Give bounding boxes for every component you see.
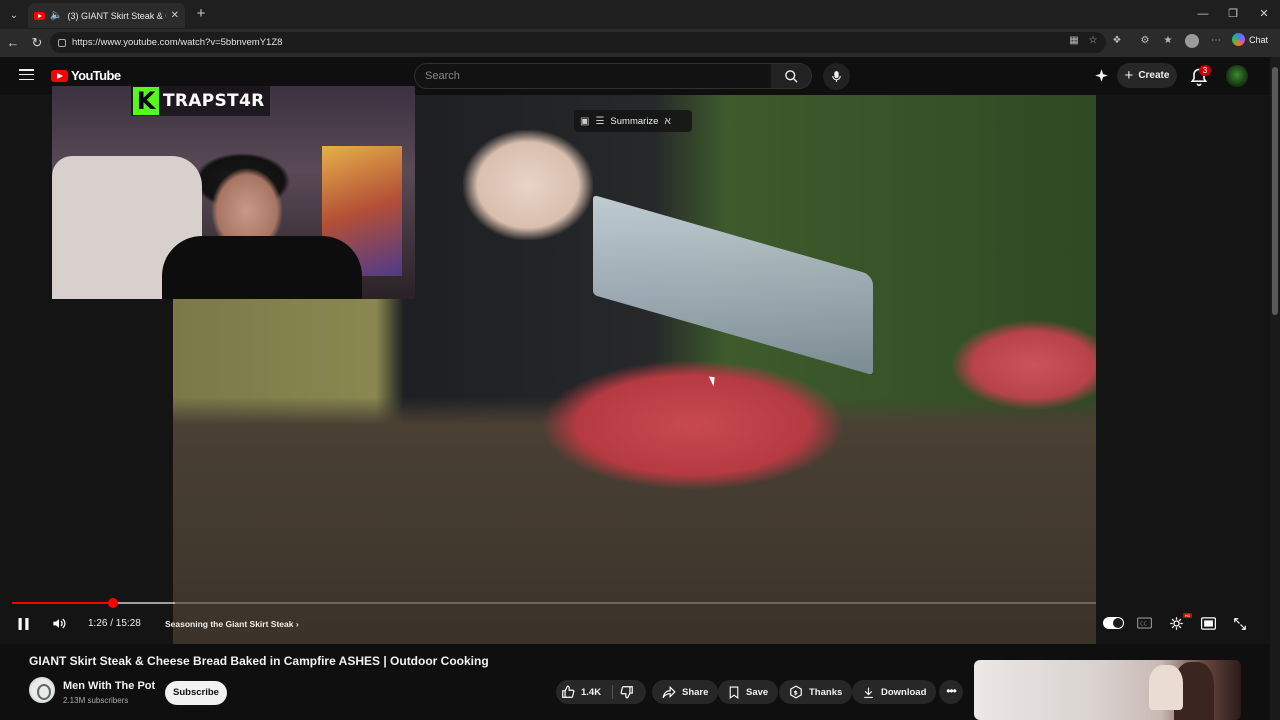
more-actions-icon[interactable]: ••• — [939, 680, 963, 704]
download-icon — [864, 687, 873, 698]
svg-text:CC: CC — [1140, 622, 1147, 628]
share-label: Share — [682, 686, 709, 698]
thumbs-down-icon[interactable] — [620, 685, 634, 699]
app-available-icon[interactable]: ▦ — [1067, 34, 1081, 48]
pause-icon[interactable] — [17, 617, 30, 631]
thanks-dollar-icon: $ — [790, 685, 802, 699]
favorite-star-icon[interactable]: ☆ — [1086, 34, 1100, 48]
chat-label: Chat — [1249, 34, 1269, 45]
download-label: Download — [881, 686, 927, 698]
share-button[interactable]: Share — [652, 680, 719, 704]
picture-in-picture-icon[interactable]: ▣ — [580, 116, 589, 127]
speaker-icon[interactable]: 🔈 — [50, 10, 62, 21]
like-button[interactable]: 1.4K — [561, 680, 601, 704]
time-display: 1:26 / 15:28 — [88, 618, 141, 629]
bookmark-icon — [729, 686, 739, 699]
subscriber-count: 2.13M subscribers — [63, 696, 129, 705]
save-label: Save — [746, 686, 769, 698]
voice-search-button[interactable] — [823, 63, 850, 90]
create-button[interactable]: + Create — [1117, 63, 1177, 88]
thumbnail-person — [1149, 665, 1183, 710]
summarize-icon: ☰ — [595, 115, 605, 127]
microphone-icon — [832, 71, 841, 82]
video-hand-shape — [463, 130, 593, 240]
copilot-chat-button[interactable]: Chat — [1232, 33, 1268, 46]
subtitles-icon[interactable]: CC — [1137, 617, 1152, 629]
video-title: GIANT Skirt Steak & Cheese Bread Baked i… — [29, 654, 489, 668]
notifications-count-badge: 3 — [1199, 65, 1211, 76]
share-arrow-icon — [662, 685, 676, 698]
progress-bar[interactable] — [12, 598, 1096, 608]
hd-badge: HD — [1183, 613, 1192, 618]
autoplay-toggle[interactable] — [1103, 617, 1124, 629]
browser-tab-strip: ⌄ 🔈 (3) GIANT Skirt Steak & Cheese ✕ + —… — [0, 0, 1280, 29]
search-button[interactable] — [771, 63, 812, 89]
fullscreen-icon[interactable] — [1233, 617, 1247, 631]
plus-icon: + — [1124, 66, 1134, 84]
svg-text:$: $ — [794, 690, 798, 696]
thumbs-up-icon — [562, 685, 575, 698]
streamer-webcam-overlay — [52, 86, 415, 299]
url-text: https://www.youtube.com/watch?v=5bbnvemY… — [72, 37, 283, 48]
volume-icon[interactable] — [51, 616, 67, 631]
close-window-button[interactable]: ✕ — [1249, 5, 1279, 23]
browser-essentials-icon[interactable]: ⚙ — [1138, 34, 1152, 48]
maximize-button[interactable]: ❐ — [1218, 5, 1248, 23]
url-bar[interactable]: https://www.youtube.com/watch?v=5bbnvemY… — [50, 32, 1106, 53]
recommended-video-thumbnail[interactable] — [974, 660, 1241, 720]
thanks-button[interactable]: $ Thanks — [779, 680, 853, 704]
translate-icon[interactable]: א — [664, 116, 670, 127]
download-button[interactable]: Download — [852, 680, 937, 704]
youtube-favicon-icon — [34, 11, 45, 20]
site-info-icon[interactable] — [58, 38, 66, 47]
settings-gear-icon[interactable] — [1169, 616, 1184, 631]
streamer-name: TRAPST4R — [163, 91, 265, 111]
sparkle-icon[interactable] — [1094, 68, 1109, 83]
youtube-logo[interactable]: YouTube — [51, 68, 121, 83]
page-scrollbar[interactable] — [1270, 57, 1280, 720]
youtube-wordmark: YouTube — [71, 68, 121, 83]
youtube-play-icon — [51, 69, 68, 82]
back-arrow-icon[interactable]: ← — [4, 34, 22, 52]
more-menu-icon[interactable]: ⋯ — [1209, 34, 1223, 48]
reload-icon[interactable]: ↻ — [28, 34, 46, 52]
search-input[interactable]: Search — [414, 63, 772, 89]
copilot-icon — [1232, 33, 1245, 46]
tab-list-chevron-icon[interactable]: ⌄ — [5, 6, 23, 24]
create-label: Create — [1138, 70, 1170, 81]
summarize-toolbar[interactable]: ▣ ☰ Summarize א — [574, 110, 692, 132]
kick-streamer-badge: K TRAPST4R — [131, 86, 271, 116]
miniplayer-icon[interactable] — [1201, 617, 1216, 630]
thanks-label: Thanks — [809, 686, 843, 698]
search-icon — [785, 70, 798, 83]
close-tab-icon[interactable]: ✕ — [171, 10, 179, 21]
minimize-button[interactable]: — — [1188, 5, 1218, 23]
subscribe-button[interactable]: Subscribe — [165, 681, 227, 705]
new-tab-button[interactable]: + — [192, 5, 210, 23]
extensions-icon[interactable]: ❖ — [1110, 34, 1124, 48]
video-knife-shape — [593, 194, 873, 376]
scrollbar-thumb[interactable] — [1272, 67, 1278, 315]
channel-avatar[interactable] — [29, 677, 55, 703]
favorites-icon[interactable]: ★ — [1161, 34, 1175, 48]
profile-icon[interactable] — [1185, 34, 1199, 48]
chapter-title[interactable]: Seasoning the Giant Skirt Steak › — [165, 619, 299, 629]
progress-played — [12, 602, 113, 604]
like-dislike-group: 1.4K — [556, 680, 646, 704]
tab-title: (3) GIANT Skirt Steak & Cheese — [67, 10, 165, 21]
chapter-label: Seasoning the Giant Skirt Steak — [165, 619, 294, 629]
like-divider — [612, 685, 613, 699]
menu-icon[interactable] — [19, 69, 34, 81]
channel-name[interactable]: Men With The Pot — [63, 680, 155, 692]
address-toolbar: ← ↻ https://www.youtube.com/watch?v=5bbn… — [0, 29, 1280, 57]
summarize-label[interactable]: Summarize — [610, 116, 658, 127]
webcam-person-shape — [162, 236, 362, 299]
like-count: 1.4K — [581, 686, 602, 698]
account-avatar[interactable] — [1226, 65, 1248, 87]
browser-tab[interactable]: 🔈 (3) GIANT Skirt Steak & Cheese ✕ — [28, 3, 185, 28]
save-button[interactable]: Save — [718, 680, 779, 704]
progress-scrubber-handle[interactable] — [107, 598, 118, 608]
kick-logo-icon: K — [133, 87, 159, 115]
chevron-right-icon: › — [295, 619, 299, 629]
